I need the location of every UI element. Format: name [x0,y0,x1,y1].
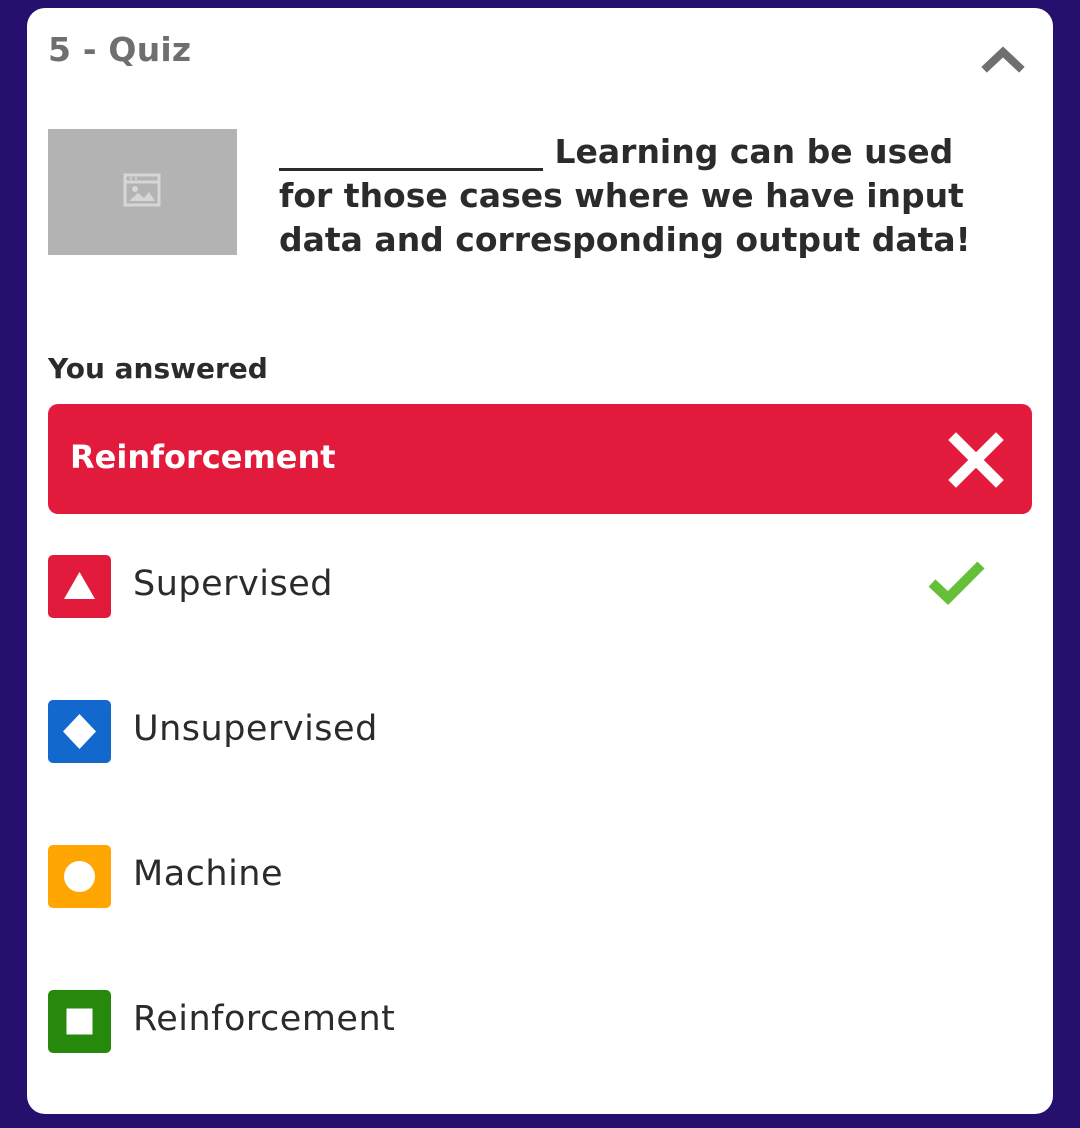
option-label: Reinforcement [133,999,396,1039]
option-shape-badge [48,555,111,618]
chevron-up-icon [981,46,1025,73]
question-image [48,129,237,255]
option-shape-badge [48,990,111,1053]
collapse-button[interactable] [977,36,1029,76]
diamond-icon [63,714,96,749]
circle-icon [64,861,95,892]
option-label: Machine [133,854,284,894]
image-placeholder-icon [123,173,161,207]
triangle-icon [64,572,95,599]
option-reinforcement[interactable]: Reinforcement [48,990,1018,1054]
incorrect-x-icon [948,432,1004,488]
option-label: Supervised [133,564,333,604]
selected-answer-text: Reinforcement [70,438,336,476]
option-label: Unsupervised [133,709,378,749]
selected-answer: Reinforcement [48,404,1032,514]
quiz-title: 5 - Quiz [48,30,192,69]
quiz-card: 5 - Quiz ________________ Learning can b… [27,8,1053,1114]
option-unsupervised[interactable]: Unsupervised [48,700,1018,764]
question-text: ________________ Learning can be used fo… [279,132,971,259]
option-machine[interactable]: Machine [48,845,1018,909]
option-supervised[interactable]: Supervised [48,555,1018,619]
checkmark-icon [928,561,985,605]
option-shape-badge [48,845,111,908]
option-shape-badge [48,700,111,763]
square-icon [66,1008,93,1035]
you-answered-label: You answered [48,352,268,385]
